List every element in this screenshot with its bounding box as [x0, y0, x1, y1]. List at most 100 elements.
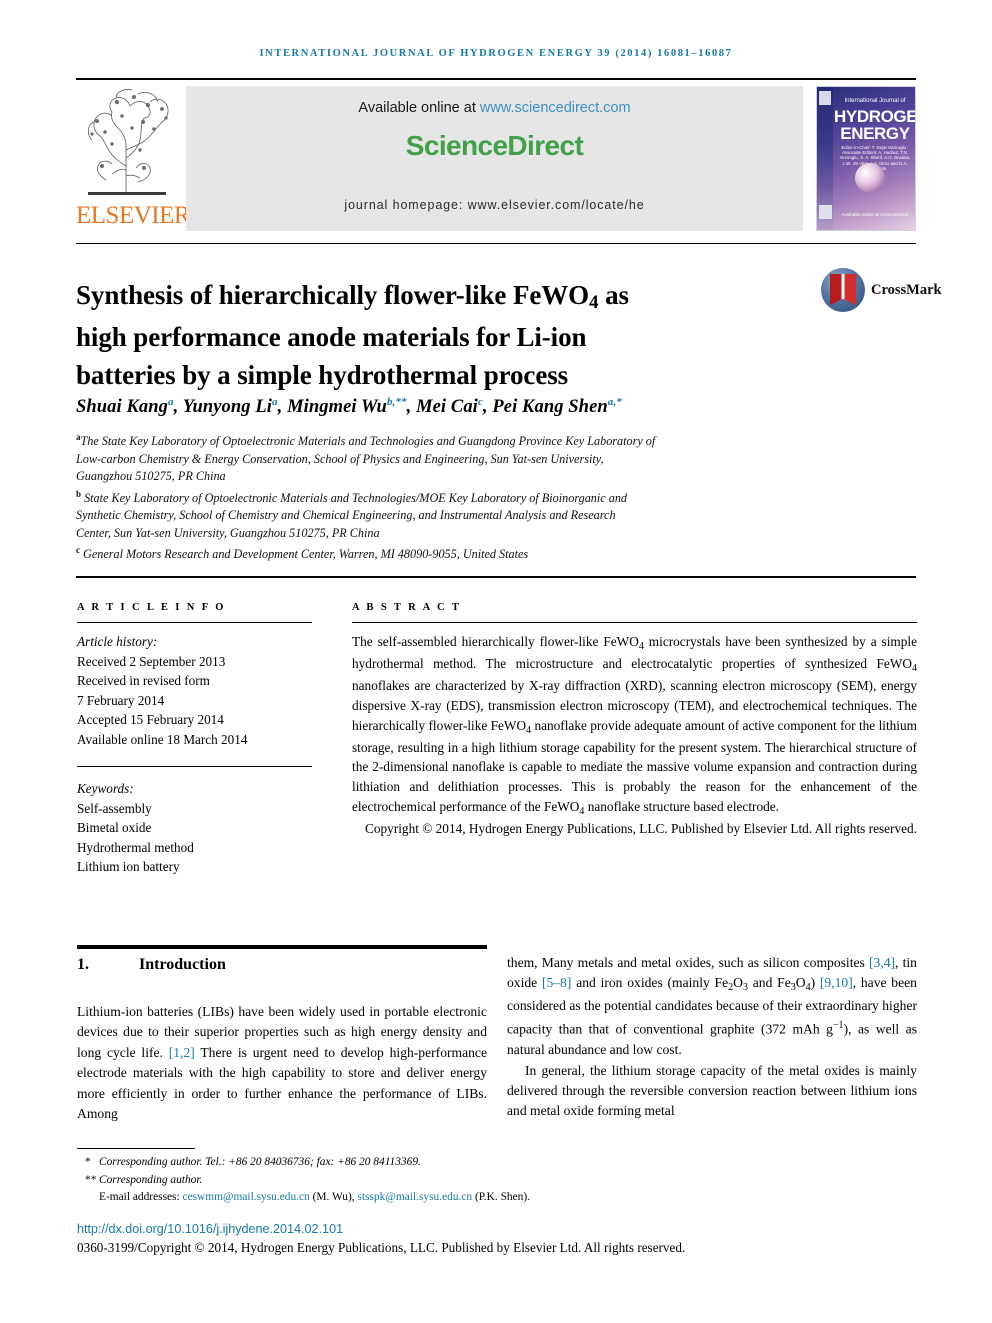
citation-ref-2[interactable]: [3,4] — [869, 955, 895, 970]
abstract-sub-3: 4 — [526, 724, 532, 736]
doi-link[interactable]: http://dx.doi.org/10.1016/j.ijhydene.201… — [77, 1222, 343, 1236]
footnote-rule — [77, 1148, 195, 1149]
available-online-prefix: Available online at — [358, 100, 480, 116]
formula-sub-o3: 3 — [742, 982, 748, 994]
keyword-item-1: Bimetal oxide — [77, 820, 152, 836]
cover-bottom-text: Available online at ScienceDirect — [841, 212, 909, 217]
elsevier-tree-icon — [82, 88, 172, 200]
footnote-text-2: Corresponding author. — [99, 1173, 203, 1186]
issn-copyright-line: 0360-3199/Copyright © 2014, Hydrogen Ene… — [77, 1240, 686, 1255]
affiliation-mark-c: c — [76, 545, 80, 556]
crossmark-badge[interactable]: CrossMark — [821, 268, 942, 316]
running-head: International Journal of Hydrogen Energy… — [259, 48, 733, 59]
abstract-rule — [352, 622, 917, 623]
footnote-corresponding-author-1: * Corresponding author. Tel.: +86 20 8403… — [77, 1154, 697, 1172]
footnote-corresponding-author-2: ** Corresponding author. — [77, 1172, 697, 1190]
author-affiliation-marks-2: b,** — [386, 396, 407, 408]
footnote-email-line: E-mail addresses: ceswmm@mail.sysu.edu.c… — [77, 1189, 697, 1207]
article-info-column: A R T I C L E I N F O Article history: R… — [77, 602, 312, 877]
intro-para1-part-d: and iron oxides (mainly Fe — [571, 975, 729, 991]
author-affiliation-marks-1: a — [272, 396, 278, 408]
citation-ref-1[interactable]: [1,2] — [169, 1045, 195, 1060]
affiliation-a-line-1: Low-carbon Chemistry & Energy Conservati… — [76, 451, 604, 466]
email-link-1[interactable]: ceswmm@mail.sysu.edu.cn — [183, 1191, 310, 1203]
cover-title-line2: ENERGY — [840, 124, 910, 143]
masthead: ELSEVIER Available online at www.science… — [76, 86, 916, 231]
citation-ref-3[interactable]: [5–8] — [542, 975, 571, 990]
affiliation-b-line-1: Synthetic Chemistry, School of Chemistry… — [76, 508, 616, 523]
author-name-3[interactable]: Mei Cai — [416, 397, 478, 417]
author-affiliation-marks-4: a,* — [607, 396, 622, 408]
cover-top-text: International Journal of — [844, 98, 906, 104]
abstract-copyright: Copyright © 2014, Hydrogen Energy Public… — [364, 821, 917, 837]
formula-sub-fe2: 2 — [728, 982, 734, 994]
article-title-part-1: Synthesis of hierarchically flower-like … — [76, 280, 590, 311]
sciencedirect-logo-text[interactable]: ScienceDirect — [186, 130, 803, 162]
author-name-4[interactable]: Pei Kang Shen — [492, 397, 607, 417]
journal-article-page: International Journal of Hydrogen Energy… — [0, 0, 992, 1323]
affiliation-a-line-2: Guangzhou 510275, PR China — [76, 469, 226, 484]
journal-homepage-line[interactable]: journal homepage: www.elsevier.com/locat… — [186, 198, 803, 212]
author-list: Shuai Kanga, Yunyong Lia, Mingmei Wub,**… — [76, 396, 622, 418]
footnote-text-1: Corresponding author. Tel.: +86 20 84036… — [99, 1156, 421, 1168]
citation-ref-4[interactable]: [9,10] — [820, 975, 853, 990]
sciencedirect-url[interactable]: www.sciencedirect.com — [480, 100, 631, 116]
cover-sphere-graphic — [855, 163, 885, 193]
elsevier-wordmark: ELSEVIER — [76, 202, 191, 229]
article-history-item-4: Available online 18 March 2014 — [77, 731, 248, 747]
cover-elsevier-mark-icon — [819, 91, 831, 105]
keyword-item-2: Hydrothermal method — [77, 839, 194, 855]
unit-exponent-minus-one: −1 — [832, 1020, 844, 1032]
article-title-line-3: batteries by a simple hydrothermal proce… — [76, 360, 569, 391]
crossmark-label: CrossMark — [871, 282, 942, 298]
header-rule — [76, 78, 916, 80]
abstract-sub-4: 4 — [579, 806, 585, 818]
intro-para1-part-h: ) — [810, 975, 820, 991]
keywords-label: Keywords: — [77, 781, 134, 797]
email-owner-1: (M. Wu), — [309, 1191, 358, 1204]
formula-sub-fe3: 3 — [790, 982, 796, 994]
email-addresses-label: E-mail addresses: — [99, 1191, 183, 1204]
masthead-bottom-rule — [76, 243, 916, 244]
authors-bottom-rule — [76, 576, 916, 578]
article-title-part-2: as — [598, 280, 629, 311]
email-owner-2: (P.K. Shen). — [472, 1191, 530, 1204]
introduction-number: 1. — [77, 956, 89, 973]
sciencedirect-panel: Available online at www.sciencedirect.co… — [186, 86, 803, 231]
elsevier-logo: ELSEVIER — [76, 86, 191, 231]
footnote-block: * Corresponding author. Tel.: +86 20 8403… — [77, 1154, 697, 1207]
intro-para1-part-g: O — [795, 975, 806, 991]
body-column-left: Lithium-ion batteries (LIBs) have been w… — [77, 1002, 487, 1124]
email-link-2[interactable]: stsspk@mail.sysu.edu.cn — [358, 1191, 473, 1203]
author-name-1[interactable]: Yunyong Li — [183, 397, 272, 417]
article-history-item-3: Accepted 15 February 2014 — [77, 712, 224, 728]
footnote-mark-1: * — [85, 1156, 91, 1168]
introduction-heading: 1. Introduction — [77, 956, 487, 974]
available-online-line: Available online at www.sciencedirect.co… — [186, 100, 803, 116]
article-history-item-0: Received 2 September 2013 — [77, 653, 226, 669]
affiliation-a-line-0: The State Key Laboratory of Optoelectron… — [80, 434, 656, 449]
article-info-rule — [77, 622, 312, 623]
intro-para1-continued: them, Many metals and metal oxides, such… — [507, 955, 917, 1058]
affiliation-b-line-2: Center, Sun Yat-sen University, Guangzho… — [76, 525, 380, 540]
author-affiliation-marks-0: a — [168, 396, 174, 408]
cover-ihe-mark-icon — [819, 205, 832, 219]
article-history-label: Article history: — [77, 634, 158, 649]
intro-para1-part-e: O — [733, 975, 743, 991]
abstract-part-5: nanoflake structure based electrode. — [584, 799, 779, 815]
abstract-sub-1: 4 — [638, 641, 644, 652]
abstract-column: A B S T R A C T The self-assembled hiera… — [352, 602, 917, 839]
intro-para2: In general, the lithium storage capacity… — [507, 1062, 917, 1119]
journal-cover-thumbnail[interactable]: International Journal of HYDROGEN ENERGY… — [816, 86, 916, 231]
article-history-item-1: Received in revised form — [77, 673, 210, 689]
keywords-separator-rule — [77, 765, 312, 768]
article-title-line-2: high performance anode materials for Li-… — [76, 322, 587, 353]
affiliation-mark-b: b — [76, 488, 82, 499]
body-column-right: them, Many metals and metal oxides, such… — [507, 953, 917, 1122]
affiliation-c: c General Motors Research and Developmen… — [76, 542, 856, 564]
keyword-item-3: Lithium ion battery — [77, 859, 180, 875]
formula-sub-o4: 4 — [805, 982, 811, 994]
article-history-block: Article history: Received 2 September 20… — [77, 632, 312, 750]
author-name-0[interactable]: Shuai Kang — [76, 397, 168, 417]
author-name-2[interactable]: Mingmei Wu — [287, 397, 387, 417]
